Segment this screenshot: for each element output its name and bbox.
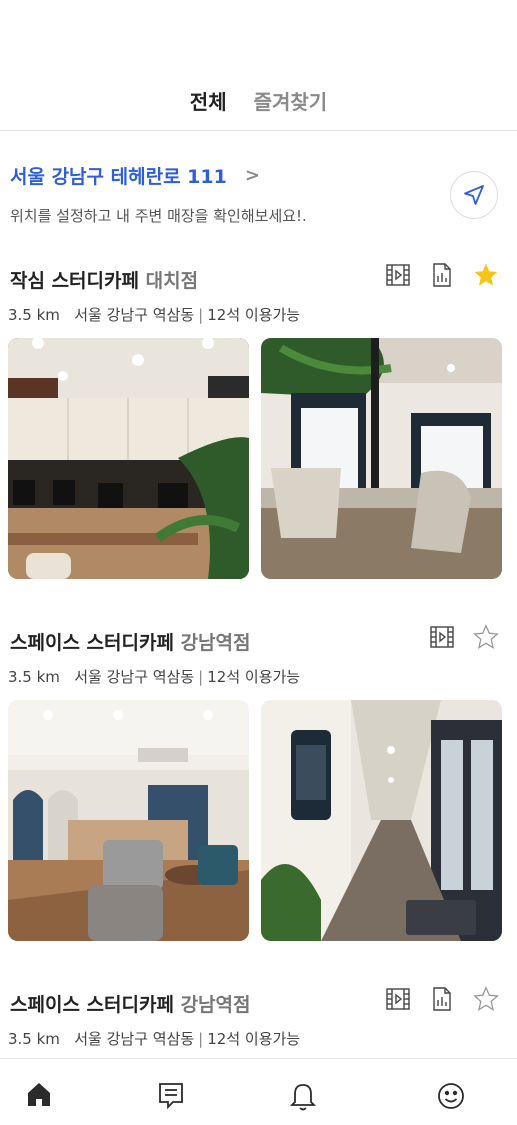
star-outline-icon[interactable] — [473, 624, 499, 650]
bottom-navigation — [0, 1058, 517, 1125]
store-photo[interactable] — [8, 338, 249, 579]
home-icon — [28, 1083, 50, 1106]
store-branch: 강남역점 — [180, 632, 251, 654]
location-address[interactable]: 서울 강남구 테헤란로 111 — [10, 162, 227, 189]
nav-notifications[interactable] — [283, 1081, 323, 1121]
tabs-divider — [0, 130, 517, 131]
star-icon[interactable] — [473, 262, 499, 288]
store-photo[interactable] — [261, 700, 502, 941]
location-subtitle: 위치를 설정하고 내 주변 매장을 확인해보세요!. — [10, 207, 307, 225]
store-icons — [385, 262, 499, 288]
store-distance: 3.5 km — [8, 1030, 60, 1048]
store-photo[interactable] — [8, 700, 249, 941]
bell-icon — [290, 1084, 316, 1111]
store-branch: 대치점 — [145, 270, 199, 292]
store-icons — [385, 986, 499, 1012]
tab-favorites[interactable]: 즐겨찾기 — [254, 86, 328, 115]
chevron-right-icon[interactable]: > — [245, 165, 260, 186]
nav-home[interactable] — [19, 1081, 59, 1121]
store-seats: 12석 이용가능 — [207, 1030, 301, 1048]
store-area: 서울 강남구 역삼동 — [74, 306, 195, 324]
star-outline-icon[interactable] — [473, 986, 499, 1012]
store-seats: 12석 이용가능 — [207, 668, 301, 686]
tab-all[interactable]: 전체 — [190, 86, 227, 115]
store-meta: 3.5 km 서울 강남구 역삼동 | 12석 이용가능 — [8, 306, 301, 324]
document-chart-icon[interactable] — [429, 986, 455, 1012]
current-location-button[interactable] — [450, 171, 498, 219]
store-seats: 12석 이용가능 — [207, 306, 301, 324]
store-name: 스페이스 스터디카페 — [10, 994, 174, 1016]
store-title: 스페이스 스터디카페 강남역점 — [10, 990, 250, 1017]
store-photo[interactable] — [261, 338, 502, 579]
location-address-row[interactable]: 서울 강남구 테헤란로 111 > — [10, 162, 437, 189]
store-distance: 3.5 km — [8, 668, 60, 686]
store-area: 서울 강남구 역삼동 — [74, 1030, 195, 1048]
store-title: 스페이스 스터디카페 강남역점 — [10, 628, 250, 655]
list-icon — [159, 1083, 183, 1109]
store-meta: 3.5 km 서울 강남구 역삼동 | 12석 이용가능 — [8, 668, 301, 686]
store-icons — [429, 624, 499, 650]
nav-mypage[interactable] — [431, 1081, 471, 1121]
store-area: 서울 강남구 역삼동 — [74, 668, 195, 686]
film-icon[interactable] — [385, 986, 411, 1012]
smile-icon — [438, 1083, 464, 1109]
store-name: 스페이스 스터디카페 — [10, 632, 174, 654]
store-name: 작심 스터디카페 — [10, 270, 139, 292]
nav-list[interactable] — [151, 1081, 191, 1121]
film-icon[interactable] — [385, 262, 411, 288]
location-section: 서울 강남구 테헤란로 111 > 위치를 설정하고 내 주변 매장을 확인해보… — [10, 162, 437, 226]
film-icon[interactable] — [429, 624, 455, 650]
store-meta: 3.5 km 서울 강남구 역삼동 | 12석 이용가능 — [8, 1030, 301, 1048]
document-chart-icon[interactable] — [429, 262, 455, 288]
store-distance: 3.5 km — [8, 306, 60, 324]
navigation-arrow-icon — [464, 185, 484, 205]
store-title: 작심 스터디카페 대치점 — [10, 266, 198, 293]
top-tabs: 전체 즐겨찾기 — [0, 86, 517, 116]
store-branch: 강남역점 — [180, 994, 251, 1016]
